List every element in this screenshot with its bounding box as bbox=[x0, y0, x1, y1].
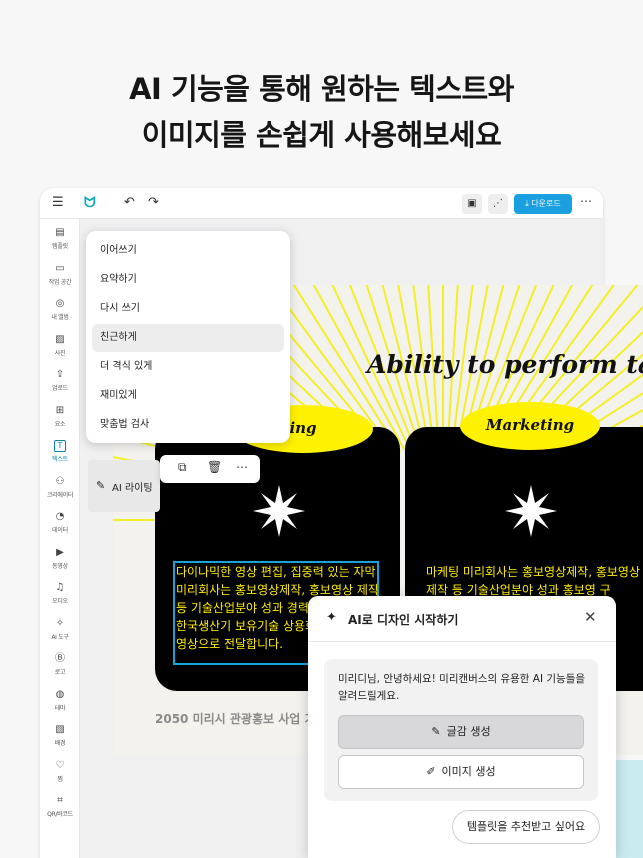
sidebar-icon: ⚇ bbox=[55, 475, 65, 487]
sidebar-icon: ▤ bbox=[55, 227, 65, 238]
share-icon[interactable]: ⋰ bbox=[488, 194, 508, 214]
download-button[interactable]: ⤓ 다운로드 bbox=[514, 194, 572, 214]
duplicate-icon[interactable]: ⧉ bbox=[178, 460, 187, 475]
menu-item-0[interactable]: 이어쓰기 bbox=[92, 237, 284, 265]
sidebar-label: 배경 bbox=[54, 740, 66, 747]
menu-item-2[interactable]: 다시 쓰기 bbox=[92, 295, 284, 323]
floating-toolbar: ⧉ 🗑 ⋯ bbox=[160, 455, 260, 483]
magic-pen-icon: ✎ bbox=[431, 725, 441, 738]
artboard-title[interactable]: Ability to perform ta bbox=[367, 350, 643, 379]
sidebar-label: 사진 bbox=[54, 349, 66, 357]
sidebar-label: 로고 bbox=[54, 669, 66, 676]
suggest-template-button[interactable]: 템플릿을 추천받고 싶어요 bbox=[452, 810, 600, 844]
generate-text-label: 글감 생성 bbox=[446, 725, 491, 738]
headline-line-2: 이미지를 손쉽게 사용해보세요 bbox=[141, 118, 502, 152]
sidebar-item-5[interactable]: ⊞ 요소 bbox=[40, 405, 80, 428]
sidebar-item-9[interactable]: ▶ 동영상 bbox=[40, 547, 80, 570]
menu-item-4[interactable]: 더 격식 있게 bbox=[92, 353, 284, 381]
sidebar-item-4[interactable]: ⇪ 업로드 bbox=[40, 369, 80, 392]
menu-item-3[interactable]: 친근하게 bbox=[92, 324, 284, 352]
sidebar-label: 요소 bbox=[54, 420, 66, 428]
sidebar-icon: ⌗ bbox=[57, 795, 63, 806]
sparkle-icon bbox=[253, 485, 305, 537]
sidebar-label: 크리에이터 bbox=[46, 491, 74, 499]
sparkle-icon bbox=[505, 485, 557, 537]
sidebar-label: 작업 공간 bbox=[48, 278, 72, 286]
magic-pen-icon: ✎ bbox=[96, 479, 106, 492]
generate-image-label: 이미지 생성 bbox=[441, 765, 496, 778]
sidebar-label: 템플릿 bbox=[52, 243, 68, 250]
sidebar-item-6[interactable]: T 텍스트 bbox=[40, 440, 80, 463]
sidebar-icon: ✧ bbox=[55, 617, 65, 629]
menu-item-6[interactable]: 맞춤법 검사 bbox=[92, 411, 284, 439]
ai-writing-label: AI 라이팅 bbox=[112, 483, 153, 494]
sidebar-label: 오디오 bbox=[52, 598, 68, 605]
sidebar-label: 동영상 bbox=[52, 562, 68, 570]
sidebar-label: 텍스트 bbox=[52, 456, 68, 463]
sidebar-item-2[interactable]: ◎ 내 앨범 bbox=[40, 298, 80, 321]
chat-bubble: 미리디님, 안녕하세요! 미리캔버스의 유용한 AI 기능들을 알려드릴게요. … bbox=[324, 659, 598, 801]
sidebar-icon: Ⓑ bbox=[55, 653, 65, 664]
sidebar-icon: ⊞ bbox=[55, 404, 65, 416]
chat-message: 미리디님, 안녕하세요! 미리캔버스의 유용한 AI 기능들을 알려드릴게요. bbox=[338, 673, 586, 702]
top-toolbar: ☰ ᗢ ↶ ↷ ▣ ⋰ ⤓ 다운로드 ⋯ bbox=[40, 188, 603, 219]
sidebar-label: 업로드 bbox=[52, 385, 68, 392]
sidebar-item-8[interactable]: ◔ 데이터 bbox=[40, 511, 80, 534]
sidebar-item-1[interactable]: ▭ 작업 공간 bbox=[40, 263, 80, 286]
sidebar-label: AI 도구 bbox=[51, 633, 69, 641]
brush-icon: ✐ bbox=[426, 765, 436, 778]
card-right-text[interactable]: 마케팅 미리회사는 홍보영상제작, 홍보영상 제작 등 기술산업분야 성과 홍보… bbox=[426, 563, 643, 599]
sidebar-item-3[interactable]: ▨ 사진 bbox=[40, 334, 80, 357]
sidebar-icon: ▶ bbox=[56, 546, 64, 558]
sidebar-label: QR/바코드 bbox=[47, 811, 73, 818]
trash-icon[interactable]: 🗑 bbox=[207, 460, 222, 474]
panel-header: ✦ AI로 디자인 시작하기 ✕ bbox=[308, 596, 616, 642]
artboard-footer-text[interactable]: 2050 미리시 관광홍보 사업 기 bbox=[155, 710, 316, 727]
headline-line-1: AI 기능을 통해 원하는 텍스트와 bbox=[129, 72, 514, 106]
sidebar-label: 데이터 bbox=[52, 527, 68, 534]
sidebar-icon: ♫ bbox=[55, 582, 65, 593]
panel-title: AI로 디자인 시작하기 bbox=[348, 613, 459, 627]
sidebar-icon: ▭ bbox=[55, 262, 65, 274]
sidebar-item-14[interactable]: ▧ 배경 bbox=[40, 724, 80, 747]
more-icon[interactable]: ⋯ bbox=[580, 192, 592, 210]
sidebar-item-12[interactable]: Ⓑ 로고 bbox=[40, 653, 80, 676]
pill-label-right[interactable]: Marketing bbox=[460, 402, 600, 450]
menu-item-1[interactable]: 요약하기 bbox=[92, 266, 284, 294]
sidebar-icon: ◎ bbox=[55, 298, 65, 309]
redo-icon[interactable]: ↷ bbox=[148, 194, 159, 212]
sidebar-icon: ▧ bbox=[55, 724, 65, 735]
sidebar: ▤ 템플릿 ▭ 작업 공간 ◎ 내 앨범 ▨ 사진 ⇪ 업로드 ⊞ 요소 T 텍스트 ⚇ 크리에이터 ◔ 데이터 ▶… bbox=[40, 219, 80, 858]
save-icon[interactable]: ▣ bbox=[462, 194, 482, 214]
close-icon[interactable]: ✕ bbox=[584, 608, 597, 626]
sidebar-item-0[interactable]: ▤ 템플릿 bbox=[40, 227, 80, 250]
sidebar-item-11[interactable]: ✧ AI 도구 bbox=[40, 618, 80, 641]
sidebar-item-10[interactable]: ♫ 오디오 bbox=[40, 582, 80, 605]
sparkle-icon: ✦ bbox=[326, 610, 337, 625]
ai-design-panel: ✦ AI로 디자인 시작하기 ✕ 미리디님, 안녕하세요! 미리캔버스의 유용한… bbox=[308, 596, 616, 858]
sidebar-label: 찜 bbox=[57, 775, 63, 783]
sidebar-item-7[interactable]: ⚇ 크리에이터 bbox=[40, 476, 80, 499]
ai-writing-button[interactable]: ✎ AI 라이팅 bbox=[88, 460, 160, 512]
sidebar-item-15[interactable]: ♡ 찜 bbox=[40, 760, 80, 783]
sidebar-icon: T bbox=[54, 440, 66, 452]
undo-icon[interactable]: ↶ bbox=[124, 194, 135, 212]
sidebar-label: 내 앨범 bbox=[51, 314, 69, 321]
logo-icon[interactable]: ᗢ bbox=[84, 194, 96, 212]
sidebar-icon: ⇪ bbox=[55, 369, 65, 380]
sidebar-icon: ◔ bbox=[55, 511, 65, 522]
sidebar-item-13[interactable]: ◍ 테마 bbox=[40, 689, 80, 712]
sidebar-icon: ◍ bbox=[55, 688, 65, 700]
generate-text-button[interactable]: ✎ 글감 생성 bbox=[338, 715, 584, 749]
more-icon[interactable]: ⋯ bbox=[236, 460, 248, 474]
generate-image-button[interactable]: ✐ 이미지 생성 bbox=[338, 755, 584, 789]
ai-writing-menu: 이어쓰기 요약하기 다시 쓰기 친근하게 더 격식 있게 재미있게 맞춤법 검사 bbox=[86, 231, 290, 443]
menu-icon[interactable]: ☰ bbox=[52, 194, 64, 212]
sidebar-label: 테마 bbox=[54, 704, 66, 712]
sidebar-icon: ♡ bbox=[55, 759, 65, 771]
menu-item-5[interactable]: 재미있게 bbox=[92, 382, 284, 410]
sidebar-item-16[interactable]: ⌗ QR/바코드 bbox=[40, 795, 80, 818]
sidebar-icon: ▨ bbox=[55, 333, 65, 345]
